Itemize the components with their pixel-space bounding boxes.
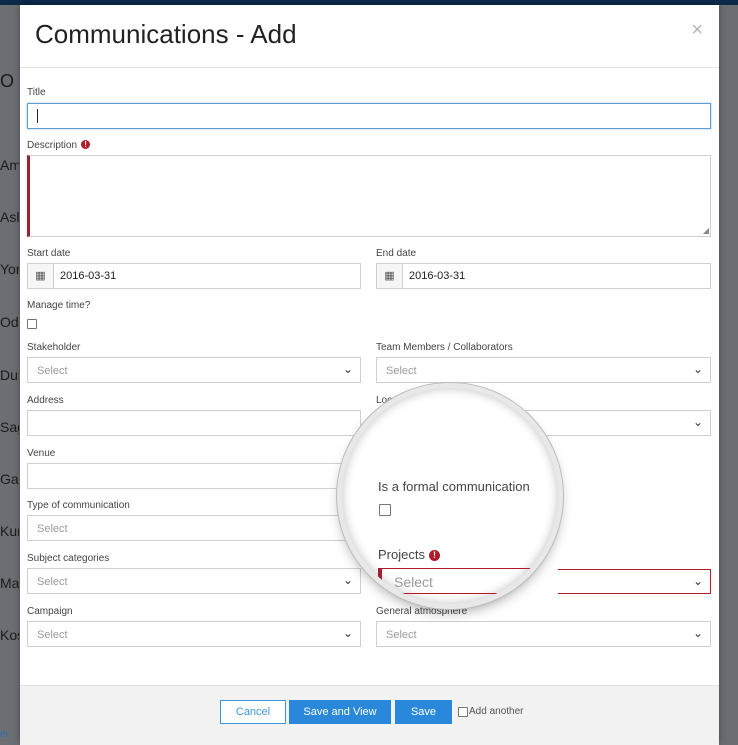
projects-select[interactable]: Select bbox=[378, 568, 558, 594]
team-members-placeholder: Select bbox=[386, 365, 417, 377]
background-row: Gau bbox=[0, 471, 19, 487]
error-icon: ! bbox=[81, 140, 91, 149]
projects-placeholder: Select bbox=[394, 574, 433, 590]
end-date-input[interactable]: ▦ 2016-03-31 bbox=[376, 263, 711, 289]
background-heading: O bbox=[0, 71, 15, 91]
formal-communication-checkbox[interactable] bbox=[379, 504, 391, 516]
chevron-down-icon: ⌄ bbox=[692, 574, 703, 588]
type-of-communication-select[interactable]: Select bbox=[27, 515, 361, 541]
description-label-text: Description bbox=[27, 140, 78, 151]
background-row: Kos bbox=[0, 627, 19, 643]
start-date-input[interactable]: ▦ 2016-03-31 bbox=[27, 263, 361, 289]
background-link: er bbox=[0, 729, 9, 740]
background-row: Dur bbox=[0, 367, 19, 383]
header-divider bbox=[20, 67, 719, 68]
projects-select-outer[interactable]: ⌄ bbox=[558, 569, 711, 594]
text-cursor bbox=[37, 109, 38, 123]
background-list: O Am Ash Yor Oda Dur Sag Gau Kur Ma Kos … bbox=[0, 5, 20, 745]
start-date-value: 2016-03-31 bbox=[60, 270, 117, 282]
end-date-value: 2016-03-31 bbox=[409, 270, 466, 282]
general-atmosphere-label: General atmosphere bbox=[376, 606, 468, 617]
background-row: Sag bbox=[0, 419, 19, 435]
campaign-select[interactable]: Select ⌄ bbox=[27, 621, 361, 647]
save-and-view-button[interactable]: Save and View bbox=[289, 700, 391, 724]
description-textarea[interactable]: ◢ bbox=[27, 155, 711, 237]
background-row: Ma bbox=[0, 575, 19, 591]
title-label: Title bbox=[27, 87, 46, 98]
add-another-checkbox[interactable] bbox=[458, 707, 468, 717]
resize-handle-icon[interactable]: ◢ bbox=[703, 226, 709, 235]
add-another-label: Add another bbox=[469, 706, 524, 717]
team-members-select[interactable]: Select ⌄ bbox=[376, 357, 711, 383]
subject-categories-select[interactable]: Select ⌄ bbox=[27, 568, 361, 594]
cancel-button[interactable]: Cancel bbox=[220, 700, 286, 724]
chevron-down-icon: ⌄ bbox=[692, 626, 703, 640]
subject-placeholder: Select bbox=[37, 576, 68, 588]
calendar-icon[interactable]: ▦ bbox=[28, 264, 54, 288]
subject-categories-label: Subject categories bbox=[27, 553, 110, 564]
campaign-placeholder: Select bbox=[37, 629, 68, 641]
team-members-label: Team Members / Collaborators bbox=[376, 342, 513, 353]
formal-communication-label: Is a formal communication bbox=[378, 479, 530, 494]
background-right bbox=[719, 5, 738, 745]
background-row: Oda bbox=[0, 314, 19, 330]
close-icon[interactable]: × bbox=[691, 19, 703, 42]
calendar-icon[interactable]: ▦ bbox=[377, 264, 403, 288]
projects-label: Projects! bbox=[378, 547, 440, 562]
error-icon: ! bbox=[428, 550, 440, 561]
modal-footer: Cancel Save and View Save Add another bbox=[20, 685, 719, 745]
projects-label-text: Projects bbox=[378, 547, 425, 562]
atmosphere-placeholder: Select bbox=[386, 629, 417, 641]
address-label: Address bbox=[27, 395, 64, 406]
venue-label: Venue bbox=[27, 448, 56, 459]
type-of-communication-label: Type of communication bbox=[27, 500, 130, 511]
stakeholder-label: Stakeholder bbox=[27, 342, 81, 353]
chevron-down-icon: ⌄ bbox=[692, 362, 703, 376]
chevron-down-icon: ⌄ bbox=[692, 415, 703, 429]
magnifier-lens: Is a formal communication Projects! Sele… bbox=[342, 388, 558, 604]
communications-add-modal: Communications - Add × Title Description… bbox=[20, 5, 719, 745]
chevron-down-icon: ⌄ bbox=[342, 362, 353, 376]
chevron-down-icon: ⌄ bbox=[342, 626, 353, 640]
manage-time-label: Manage time? bbox=[27, 300, 91, 311]
background-row: Ash bbox=[0, 209, 19, 225]
modal-title: Communications - Add bbox=[35, 19, 297, 49]
description-label: Description! bbox=[27, 140, 91, 151]
chevron-down-icon: ⌄ bbox=[342, 573, 353, 587]
manage-time-checkbox[interactable] bbox=[27, 319, 37, 329]
save-button[interactable]: Save bbox=[395, 700, 452, 724]
type-placeholder: Select bbox=[37, 523, 68, 535]
general-atmosphere-select[interactable]: Select ⌄ bbox=[376, 621, 711, 647]
stakeholder-select[interactable]: Select ⌄ bbox=[27, 357, 361, 383]
start-date-label: Start date bbox=[27, 248, 71, 259]
address-input[interactable] bbox=[27, 410, 361, 436]
end-date-label: End date bbox=[376, 248, 417, 259]
stakeholder-placeholder: Select bbox=[37, 365, 68, 377]
background-row: Kur bbox=[0, 523, 19, 539]
title-input[interactable] bbox=[27, 103, 711, 129]
campaign-label: Campaign bbox=[27, 606, 73, 617]
background-row: Yor bbox=[0, 261, 19, 277]
venue-input[interactable] bbox=[27, 463, 361, 489]
background-row: Am bbox=[0, 157, 19, 173]
